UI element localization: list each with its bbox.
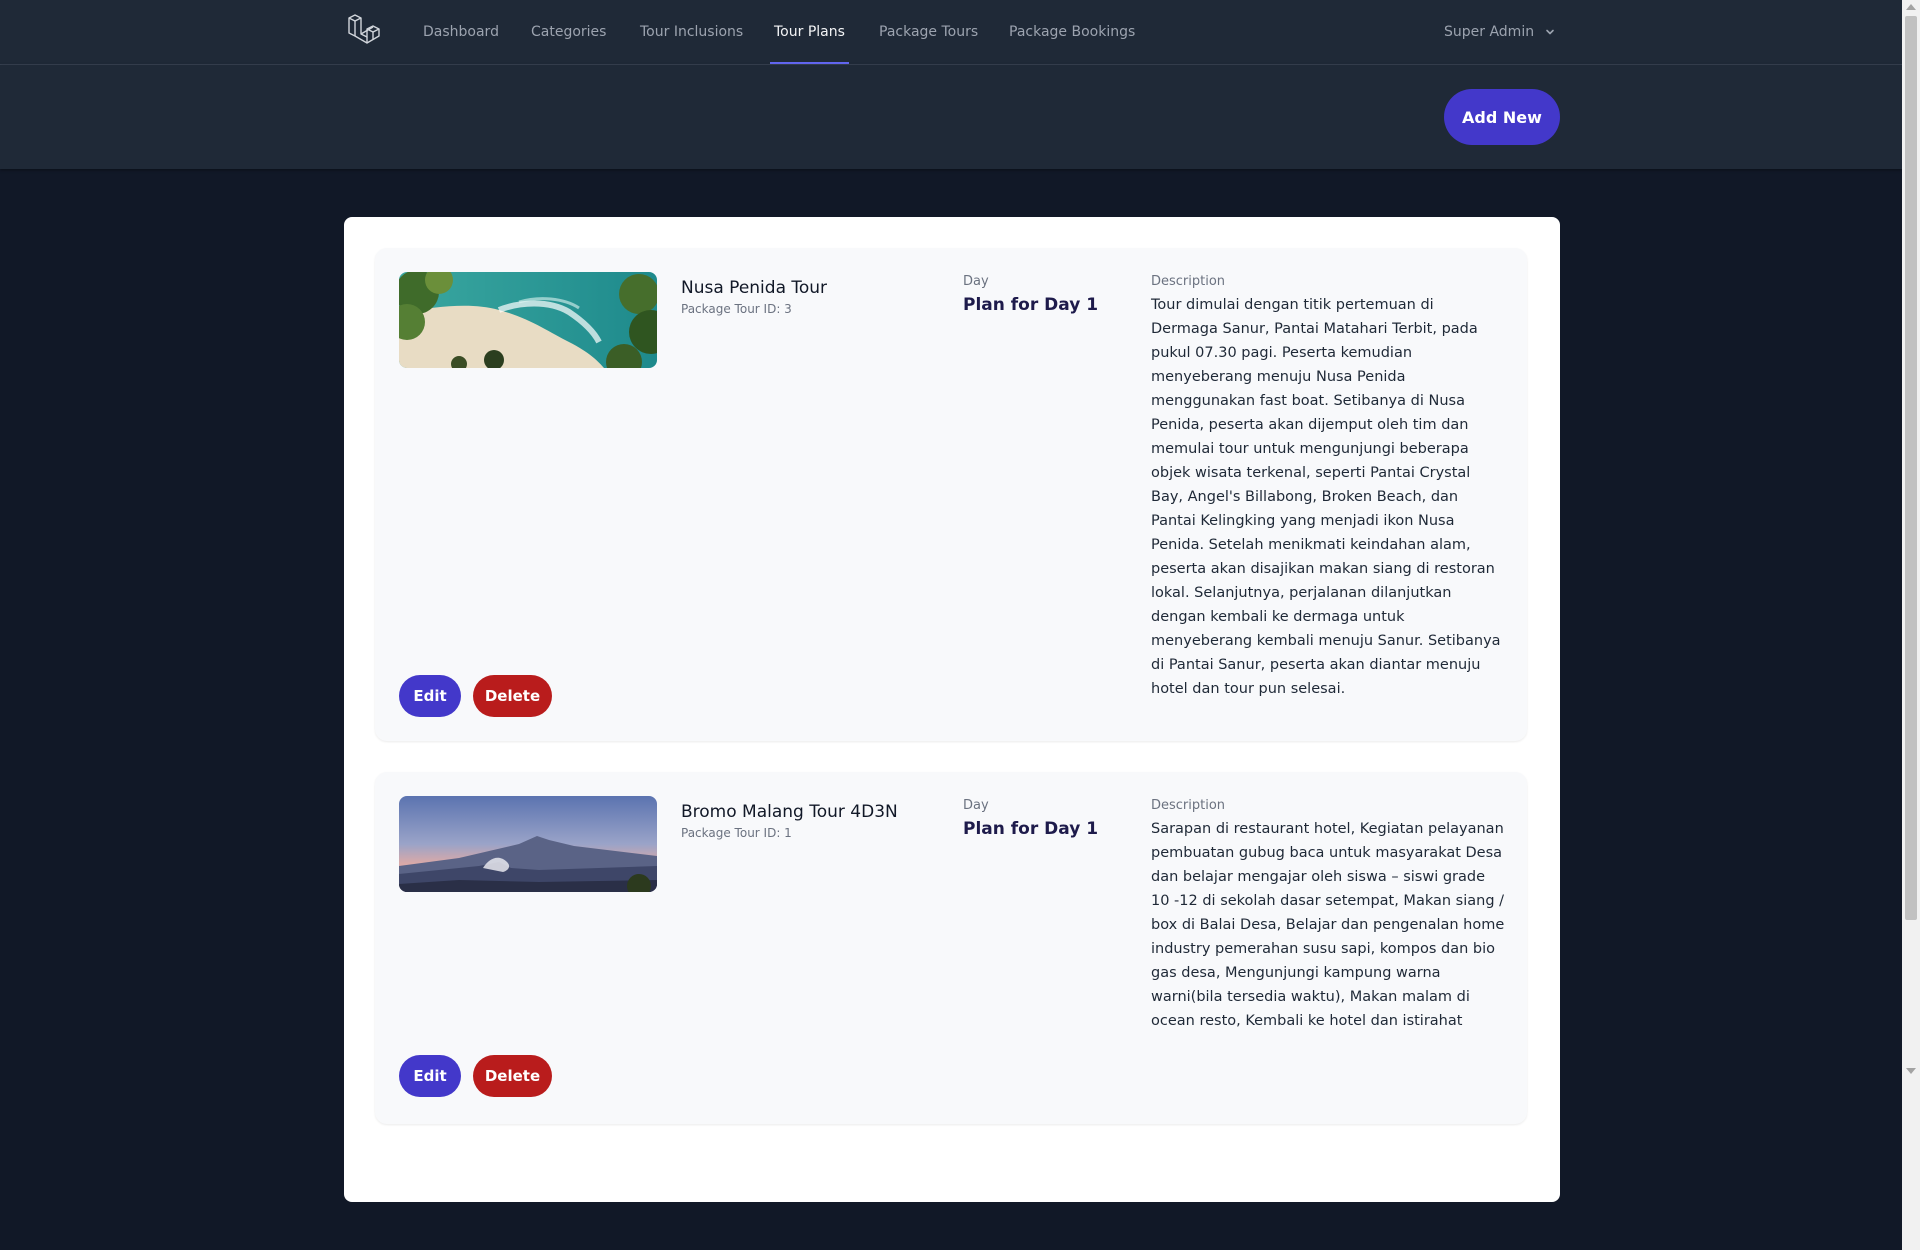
nav-package-tours[interactable]: Package Tours bbox=[879, 0, 978, 64]
tour-plan-card: Bromo Malang Tour 4D3N Package Tour ID: … bbox=[375, 772, 1527, 1124]
description-label: Description bbox=[1151, 274, 1226, 289]
description-text: Sarapan di restaurant hotel, Kegiatan pe… bbox=[1151, 821, 1505, 1029]
scroll-thumb[interactable] bbox=[1905, 16, 1917, 920]
day-value: Plan for Day 1 bbox=[963, 295, 1099, 315]
nav-package-bookings[interactable]: Package Bookings bbox=[1009, 0, 1135, 64]
nav-tour-plans[interactable]: Tour Plans bbox=[770, 0, 849, 64]
mountain-image bbox=[399, 796, 657, 892]
description-label: Description bbox=[1151, 798, 1226, 813]
description-text: Tour dimulai dengan titik pertemuan di D… bbox=[1151, 297, 1501, 697]
tour-thumbnail bbox=[399, 796, 657, 892]
tour-plan-card: Nusa Penida Tour Package Tour ID: 3 Day … bbox=[375, 248, 1527, 741]
package-tour-id: Package Tour ID: 1 bbox=[681, 826, 792, 840]
edit-button[interactable]: Edit bbox=[399, 1055, 461, 1097]
chevron-down-icon bbox=[1545, 29, 1554, 35]
nav-categories[interactable]: Categories bbox=[531, 0, 606, 64]
user-menu[interactable]: Super Admin bbox=[1444, 0, 1555, 64]
beach-image bbox=[399, 272, 657, 368]
nav-dashboard[interactable]: Dashboard bbox=[423, 0, 499, 64]
edit-button[interactable]: Edit bbox=[399, 675, 461, 717]
scrollbar[interactable] bbox=[1902, 0, 1920, 1250]
top-navigation: Dashboard Categories Tour Inclusions Tou… bbox=[0, 0, 1902, 65]
user-name: Super Admin bbox=[1444, 24, 1535, 40]
scroll-up-icon[interactable] bbox=[1906, 4, 1916, 10]
laravel-logo-icon[interactable] bbox=[346, 14, 380, 48]
day-label: Day bbox=[963, 274, 989, 289]
day-value: Plan for Day 1 bbox=[963, 819, 1099, 839]
package-tour-id: Package Tour ID: 3 bbox=[681, 302, 792, 316]
day-label: Day bbox=[963, 798, 989, 813]
delete-button[interactable]: Delete bbox=[473, 675, 552, 717]
page-header: Add New bbox=[0, 65, 1902, 169]
scroll-down-icon[interactable] bbox=[1906, 1068, 1916, 1074]
delete-button[interactable]: Delete bbox=[473, 1055, 552, 1097]
nav-tour-inclusions[interactable]: Tour Inclusions bbox=[640, 0, 743, 64]
add-new-button[interactable]: Add New bbox=[1444, 89, 1560, 145]
tour-name: Nusa Penida Tour bbox=[681, 278, 828, 298]
tour-thumbnail bbox=[399, 272, 657, 368]
tour-plans-panel: Nusa Penida Tour Package Tour ID: 3 Day … bbox=[344, 217, 1560, 1202]
tour-name: Bromo Malang Tour 4D3N bbox=[681, 802, 898, 822]
